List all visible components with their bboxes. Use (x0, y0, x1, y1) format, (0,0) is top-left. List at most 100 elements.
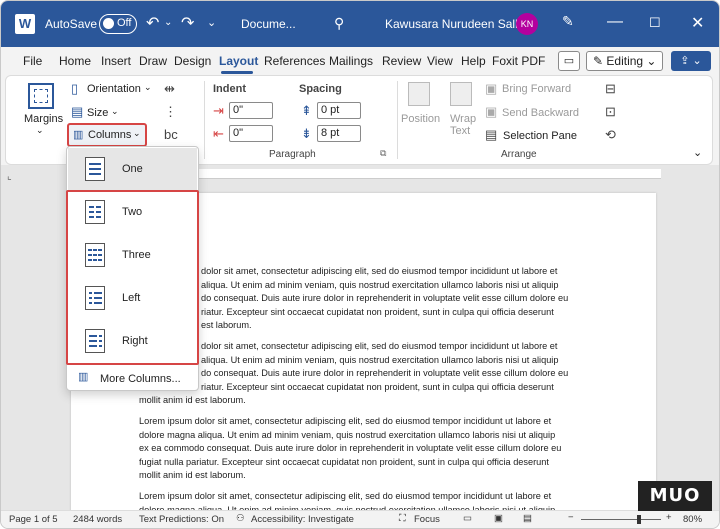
pen-icon[interactable]: ✎ (562, 13, 574, 30)
orientation-dropdown-icon[interactable]: ⌄ (144, 82, 152, 93)
tab-view[interactable]: View (427, 54, 453, 68)
indent-right-icon: ⇤ (213, 126, 224, 141)
breaks-icon[interactable]: ⇹ (164, 81, 175, 97)
comments-button[interactable]: ▭ (558, 51, 580, 71)
tab-references[interactable]: References (264, 54, 325, 68)
hyphenation-icon[interactable]: bc (164, 127, 178, 142)
focus-button[interactable]: Focus (414, 514, 440, 525)
close-icon[interactable]: ✕ (691, 13, 704, 33)
indent-left-input[interactable]: 0" (229, 102, 273, 119)
print-layout-icon[interactable]: ▣ (494, 513, 503, 524)
indent-right-input[interactable]: 0" (229, 125, 273, 142)
tab-design[interactable]: Design (174, 54, 211, 68)
more-columns-button[interactable]: More Columns... (100, 373, 181, 385)
tab-home[interactable]: Home (59, 54, 91, 68)
collapse-ribbon-icon[interactable]: ⌄ (693, 146, 702, 159)
tab-mailings[interactable]: Mailings (329, 54, 373, 68)
undo-dropdown-icon[interactable]: ⌄ (164, 17, 172, 28)
zoom-slider-handle[interactable] (637, 515, 641, 524)
paragraph-2[interactable]: dolor sit amet, consectetur adipiscing e… (201, 340, 591, 394)
undo-icon[interactable]: ↶ (146, 13, 159, 33)
accessibility-status[interactable]: Accessibility: Investigate (251, 514, 354, 525)
zoom-out-icon[interactable]: − (568, 512, 574, 523)
read-mode-icon[interactable]: ▭ (463, 513, 472, 524)
web-layout-icon[interactable]: ▤ (523, 513, 532, 524)
word-count[interactable]: 2484 words (73, 514, 122, 525)
orientation-button[interactable]: Orientation (87, 83, 141, 95)
toggle-knob (103, 18, 114, 29)
wrap-label[interactable]: Wrap (450, 113, 476, 125)
user-name[interactable]: Kawusara Nurudeen Salley (385, 17, 530, 31)
tab-foxit-pdf[interactable]: Foxit PDF (492, 54, 545, 68)
paragraph-group-label: Paragraph (269, 149, 316, 160)
text-line: mollit anim id est laborum. (139, 395, 246, 405)
word-window: W AutoSave Off ↶ ⌄ ↷ ⌄ Docume... ⚲ Kawus… (0, 0, 720, 529)
margins-button[interactable]: Margins (24, 113, 63, 125)
minimize-icon[interactable]: — (607, 13, 623, 31)
text-line: do consequat. Duis aute irure dolor in r… (201, 368, 569, 378)
text-line: mollit anim id est laborum. (139, 470, 246, 480)
editing-mode-button[interactable]: ✎ Editing ⌄ (586, 51, 663, 71)
spacing-before-input[interactable]: 0 pt (317, 102, 361, 119)
spacing-label: Spacing (299, 83, 342, 95)
more-columns-icon: ▥ (78, 371, 89, 383)
line-numbers-icon[interactable]: ⋮ (164, 104, 177, 120)
columns-label: Columns (88, 129, 132, 141)
tab-draw[interactable]: Draw (139, 54, 167, 68)
position-button[interactable]: Position (401, 113, 440, 125)
text-line: fugiat nulla pariatur. Excepteur sint oc… (139, 456, 549, 467)
paragraph-3[interactable]: Lorem ipsum dolor sit amet, consectetur … (139, 415, 589, 483)
wrap-text-icon[interactable] (450, 82, 472, 106)
selection-pane-button[interactable]: Selection Pane (503, 130, 577, 142)
bring-forward-button[interactable]: Bring Forward (502, 83, 571, 95)
columns-option-label: One (122, 163, 143, 175)
columns-option-one[interactable]: One (68, 148, 197, 190)
text-predictions-status[interactable]: Text Predictions: On (139, 514, 224, 525)
text-line: aliqua. Ut enim ad minim veniam, quis no… (201, 354, 559, 365)
rotate-icon[interactable]: ⟲ (605, 127, 616, 143)
text-label[interactable]: Text (450, 125, 470, 137)
paragraph-1[interactable]: dolor sit amet, consectetur adipiscing e… (201, 265, 591, 333)
paragraph-dialog-launcher-icon[interactable]: ⧉ (380, 148, 386, 159)
margins-dropdown-icon[interactable]: ⌄ (36, 125, 44, 136)
redo-icon[interactable]: ↷ (181, 13, 194, 33)
tab-review[interactable]: Review (382, 54, 421, 68)
tab-file[interactable]: File (23, 54, 42, 68)
autosave-toggle[interactable]: Off (99, 14, 137, 34)
send-backward-icon: ▣ (485, 104, 498, 119)
margins-icon[interactable] (28, 83, 54, 109)
text-line: riatur. Excepteur sint occaecat cupidata… (201, 381, 554, 392)
paragraph-2-end[interactable]: mollit anim id est laborum. (139, 394, 589, 408)
spacing-after-input[interactable]: 8 pt (317, 125, 361, 142)
tab-insert[interactable]: Insert (101, 54, 131, 68)
size-dropdown-icon[interactable]: ⌄ (111, 106, 119, 117)
arrange-group-label: Arrange (501, 149, 537, 160)
text-line: do consequat. Duis aute irure dolor in r… (201, 293, 569, 303)
align-icon[interactable]: ⊟ (605, 81, 616, 97)
send-backward-button[interactable]: Send Backward (502, 107, 579, 119)
share-button[interactable]: ⇪ ⌄ (671, 51, 711, 71)
document-title[interactable]: Docume... (241, 17, 296, 31)
indent-left-icon: ⇥ (213, 103, 224, 118)
text-line: riatur. Excepteur sint occaecat cupidata… (201, 306, 554, 317)
tab-help[interactable]: Help (461, 54, 486, 68)
autosave-label: AutoSave (45, 17, 98, 31)
page-count[interactable]: Page 1 of 5 (9, 514, 58, 525)
selection-pane-icon: ▤ (485, 127, 498, 142)
customize-toolbar-icon[interactable]: ⌄ (207, 16, 216, 29)
group-icon[interactable]: ⊡ (605, 104, 616, 120)
active-tab-indicator (221, 71, 253, 74)
editing-label: Editing (606, 54, 644, 68)
search-icon[interactable]: ⚲ (334, 15, 344, 32)
tab-selector-icon[interactable]: ⌞ (7, 171, 12, 182)
columns-button[interactable]: ▥ Columns ⌄ (67, 123, 147, 147)
avatar[interactable]: KN (516, 13, 538, 35)
size-button[interactable]: Size (87, 107, 108, 119)
zoom-level[interactable]: 80% (683, 514, 702, 525)
zoom-in-icon[interactable]: + (666, 512, 672, 523)
position-icon[interactable] (408, 82, 430, 106)
tab-layout[interactable]: Layout (219, 54, 258, 68)
zoom-slider[interactable] (581, 519, 661, 520)
maximize-icon[interactable]: ☐ (649, 15, 661, 31)
columns-dropdown-icon: ⌄ (133, 128, 141, 138)
